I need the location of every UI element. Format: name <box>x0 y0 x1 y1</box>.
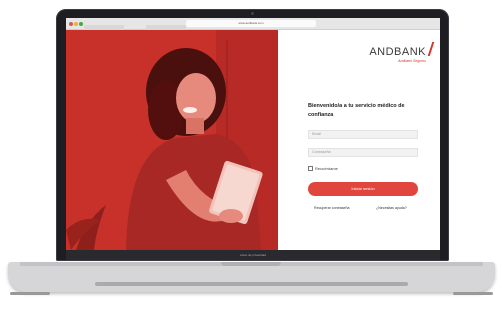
maximize-dot-icon[interactable] <box>79 22 83 26</box>
login-panel: ANDBANK Andbank Seguros Bienvenido/a a t… <box>278 30 440 250</box>
close-dot-icon[interactable] <box>69 22 73 26</box>
logo-slash-mark <box>427 42 435 56</box>
laptop-screen: www.andbank.com ANDBANK Andbank Seguros … <box>66 18 440 260</box>
logo-text: ANDBANK <box>369 46 426 58</box>
woman-with-tablet-illustration <box>66 30 278 250</box>
laptop-foot-left <box>10 292 50 295</box>
site-footer[interactable]: Aviso de privacidad <box>66 250 440 260</box>
laptop-base <box>8 262 495 292</box>
andbank-logo: ANDBANK Andbank Seguros <box>369 42 435 63</box>
remember-checkbox[interactable] <box>308 166 313 171</box>
address-bar[interactable]: www.andbank.com <box>186 20 316 27</box>
logo-subtitle: Andbank Seguros <box>398 59 426 63</box>
email-field[interactable]: Email <box>308 130 418 139</box>
laptop-hinge <box>95 282 408 286</box>
browser-chrome: www.andbank.com <box>66 18 440 30</box>
laptop-notch <box>221 262 281 266</box>
laptop-foot-right <box>453 292 493 295</box>
camera <box>251 12 254 15</box>
welcome-heading: Bienvenido/a a tu servicio médico de con… <box>308 103 405 118</box>
login-button[interactable]: Iniciar sesión <box>308 182 418 196</box>
recover-password-link[interactable]: Recuperar contraseña <box>314 206 350 210</box>
password-field[interactable]: Contraseña <box>308 148 418 157</box>
minimize-dot-icon[interactable] <box>74 22 78 26</box>
remember-me[interactable]: Recuérdame <box>308 166 338 171</box>
remember-label: Recuérdame <box>315 166 338 171</box>
hero-photo <box>66 30 278 250</box>
help-link[interactable]: ¿Necesitas ayuda? <box>376 206 407 210</box>
